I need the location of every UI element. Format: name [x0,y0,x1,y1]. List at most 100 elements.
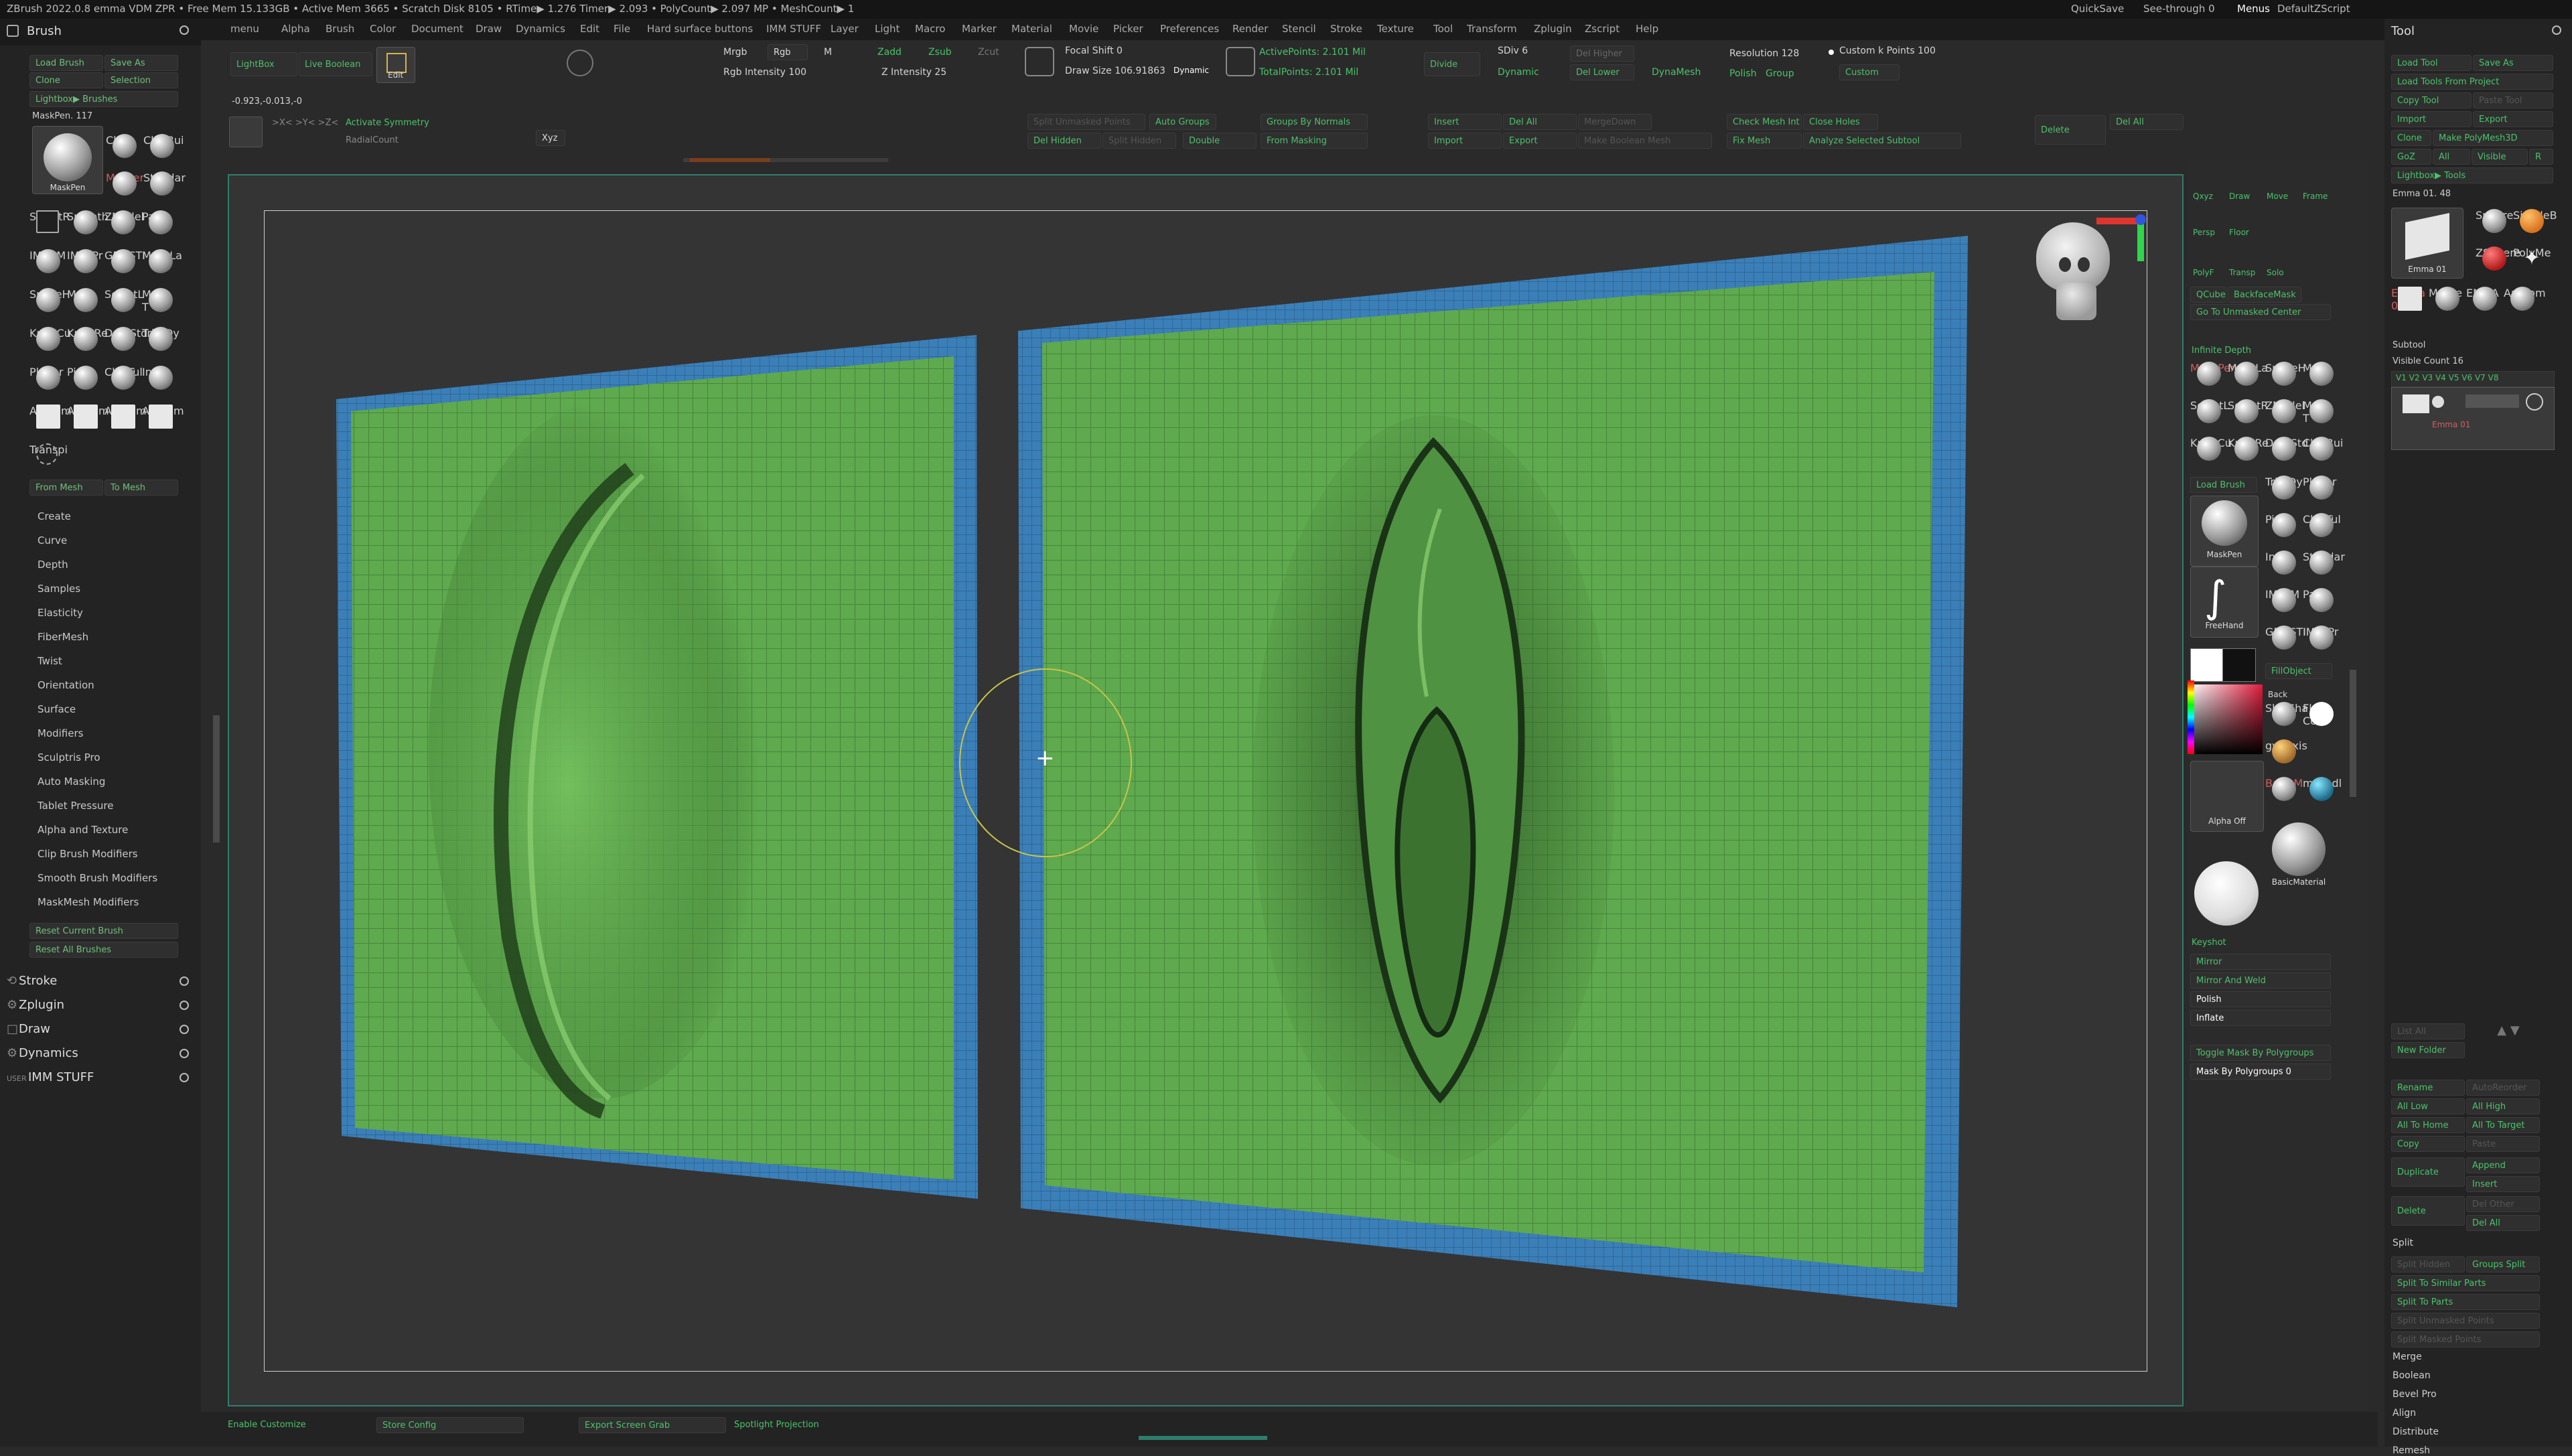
floor-button[interactable]: Floor [2229,228,2249,237]
goz-visible-button[interactable]: Visible [2472,149,2528,165]
vt-brush-imm-pr[interactable]: IMM Pr [2303,626,2340,666]
inflate-slider[interactable]: Inflate [2190,1010,2331,1026]
right-scroll-handle[interactable] [2350,670,2356,797]
tool-import-button[interactable]: Import [2391,111,2472,127]
split-masked-points-button[interactable]: Split Masked Points [2391,1331,2540,1348]
tool-simplebrush[interactable]: SimpleB [2513,209,2557,249]
enable-customize-button[interactable]: Enable Customize [228,1420,306,1430]
vt-load-brush-button[interactable]: Load Brush [2190,477,2257,493]
tool-save-as-button[interactable]: Save As [2473,55,2553,71]
goz-r-button[interactable]: R [2529,149,2553,165]
mat-gw-oxis[interactable]: gw_oxis [2265,739,2307,780]
distribute-section[interactable]: Distribute [2392,1427,2439,1437]
qcube-button[interactable]: QCube [2190,287,2226,303]
texture-thumbnail[interactable] [2190,857,2263,930]
tool-merged[interactable]: Merge [2429,287,2466,327]
vt-stroke-thumbnail[interactable]: ∫ FreeHand [2190,567,2259,638]
auto-reorder-button[interactable]: AutoReorder [2466,1080,2540,1096]
vt-current-brush-thumbnail[interactable]: MaskPen [2190,496,2259,567]
solo-button[interactable]: Solo [2267,268,2284,277]
current-tool-slider[interactable]: Emma 01. 48 [2392,189,2451,199]
tool-emma-small[interactable]: Emma 01 [2391,287,2429,327]
subtool-version-tabs[interactable]: V1 V2 V3 V4 V5 V6 V7 V8 [2391,371,2555,387]
vt-brush-knifecurve[interactable]: KnifeCu [2190,437,2232,477]
infinite-depth-label[interactable]: Infinite Depth [2192,346,2251,356]
main-color-swatch[interactable] [2190,648,2224,682]
align-section[interactable]: Align [2392,1408,2416,1418]
fill-object-button[interactable]: FillObject [2265,663,2332,679]
visible-count-slider[interactable]: Visible Count 16 [2392,356,2463,366]
split-section[interactable]: Split [2392,1238,2413,1248]
skull-orientation-icon[interactable] [2036,222,2117,330]
tool-zsphere[interactable]: ZSphere [2476,246,2520,287]
bottom-scroll-handle[interactable] [1139,1436,1267,1440]
vt-brush-claytubes[interactable]: ClayTul [2303,513,2341,553]
tool-refresh-icon[interactable] [2552,25,2561,35]
load-tool-button[interactable]: Load Tool [2391,55,2472,71]
tool-polymesh[interactable]: ✦ PolyMe [2513,246,2551,287]
vt-brush-masklasso[interactable]: MaskLa [2228,362,2268,402]
polyf-button[interactable]: PolyF [2193,268,2214,277]
current-material-thumbnail[interactable]: BasicMaterial [2265,822,2332,889]
load-tools-from-project-button[interactable]: Load Tools From Project [2391,74,2553,90]
persp-button[interactable]: Persp [2193,228,2215,237]
vt-brush-selectlasso[interactable]: SelectL [2190,399,2229,439]
vt-brush-damstandard[interactable]: DamStd [2265,437,2308,477]
vt-brush-trimdynamic[interactable]: TrimDy [2265,476,2303,516]
export-screen-grab-button[interactable]: Export Screen Grab [579,1417,726,1433]
vt-brush-planar[interactable]: Planar [2303,476,2340,516]
tool-sphere3d[interactable]: Sphere [2476,209,2513,249]
goz-all-button[interactable]: All [2433,149,2470,165]
split-unmasked-points-button[interactable]: Split Unmasked Points [2391,1313,2540,1329]
mat-flatcolor[interactable]: Flat Col [2303,702,2340,742]
subtool-paste-button[interactable]: Paste [2466,1136,2540,1152]
draw-tool-button[interactable]: Draw [2229,192,2250,201]
all-to-home-button[interactable]: All To Home [2391,1117,2465,1133]
sculpt-mesh-svg[interactable] [0,0,2572,1447]
keyshot-button[interactable]: Keyshot [2192,938,2226,948]
tool-anatomy[interactable]: Anatom [2504,287,2546,327]
mat-mah-dl[interactable]: mah_dl [2303,777,2342,817]
split-to-parts-button[interactable]: Split To Parts [2391,1294,2540,1310]
secondary-color-swatch[interactable] [2222,648,2256,682]
rename-button[interactable]: Rename [2391,1080,2465,1096]
subtool-arrows-up-icon[interactable]: ▲ ▼ [2472,1023,2545,1039]
mask-by-polygroups-slider[interactable]: Mask By Polygroups 0 [2190,1064,2331,1080]
toggle-mask-polygroups-button[interactable]: Toggle Mask By Polygroups [2190,1045,2331,1061]
all-high-button[interactable]: All High [2466,1098,2540,1114]
xyz-gizmo-button[interactable]: Qxyz [2193,192,2213,201]
split-similar-parts-button[interactable]: Split To Similar Parts [2391,1275,2540,1291]
append-button[interactable]: Append [2466,1157,2540,1173]
tool-emma[interactable]: EMMA [2466,287,2504,327]
all-to-target-button[interactable]: All To Target [2466,1117,2540,1133]
mirror-weld-button[interactable]: Mirror And Weld [2190,972,2331,989]
vt-brush-imm-m[interactable]: IMM M [2265,588,2303,628]
subtool-header[interactable]: Subtool [2392,340,2425,350]
mirror-button[interactable]: Mirror [2190,954,2331,970]
vt-brush-kniferect[interactable]: KnifeRe [2228,437,2269,477]
subtool-del-all-button[interactable]: Del All [2466,1215,2540,1231]
remesh-section[interactable]: Remesh [2392,1445,2430,1456]
transp-button[interactable]: Transp [2229,268,2255,277]
move-tool-button[interactable]: Move [2267,192,2288,201]
duplicate-button[interactable]: Duplicate [2391,1157,2465,1187]
merge-section[interactable]: Merge [2392,1352,2422,1362]
tool-export-button[interactable]: Export [2473,111,2553,127]
vt-brush-claybuildup[interactable]: ClayBui [2303,437,2343,477]
vt-brush-move[interactable]: Move [2303,362,2340,402]
backfacemask-button[interactable]: BackfaceMask [2228,287,2301,303]
new-folder-button[interactable]: New Folder [2391,1042,2465,1058]
mat-basicmaterial[interactable]: BasicM [2265,777,2303,817]
vt-brush-pinch[interactable]: Pinch [2265,513,2303,553]
alpha-thumbnail[interactable]: Alpha Off [2190,761,2264,832]
del-other-button[interactable]: Del Other [2466,1196,2540,1212]
all-low-button[interactable]: All Low [2391,1098,2465,1114]
vt-brush-gemstone[interactable]: GEMSTI [2265,626,2306,666]
boolean-section[interactable]: Boolean [2392,1370,2431,1381]
list-all-button[interactable]: List All [2391,1023,2465,1039]
vt-brush-selectrect[interactable]: SelectR [2228,399,2268,439]
subtool-list-item[interactable]: Emma 01 [2391,387,2555,450]
go-to-unmasked-button[interactable]: Go To Unmasked Center [2190,304,2331,320]
subtool-split-hidden-button[interactable]: Split Hidden [2391,1256,2465,1272]
vt-brush-move-topo[interactable]: Move T [2303,399,2340,439]
